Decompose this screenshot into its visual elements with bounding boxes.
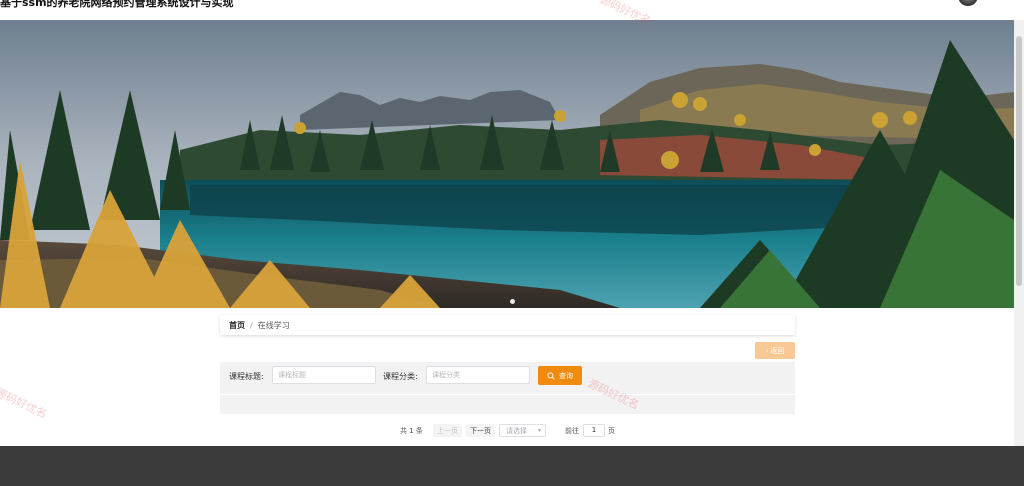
user-avatar[interactable] [958,0,978,6]
carousel-indicator[interactable] [510,299,515,304]
breadcrumb-current: 在线学习 [257,320,290,330]
next-page-button[interactable]: 下一页 [466,424,495,437]
query-button[interactable]: 查询 [538,366,582,385]
course-category-input[interactable] [426,366,530,384]
site-title: 基于ssm的养老院网络预约管理系统设计与实现 [0,0,234,9]
page-footer [0,446,1024,486]
goto-label: 前往 [565,426,579,435]
goto-page-input[interactable]: 1 [583,424,605,437]
panel-divider [220,394,795,395]
search-row: 课程标题: 课程分类: 查询 [220,362,795,394]
course-title-label: 课程标题: [229,372,264,381]
scrollbar-thumb[interactable] [1016,36,1022,286]
back-button[interactable]: ‹ 返回 [755,342,795,359]
banner-carousel[interactable] [0,20,1014,308]
pagination: 共 1 条 上一页 下一页 请选择 ▾ 前往 1 页 [0,424,1014,438]
page-scrollbar[interactable] [1014,20,1024,446]
breadcrumb-home[interactable]: 首页 [229,320,245,331]
breadcrumb: 首页 / 在线学习 [220,315,795,335]
search-panel: 课程标题: 课程分类: 查询 [220,362,795,414]
banner-image [0,20,1014,308]
breadcrumb-separator: / [250,320,253,330]
prev-page-button[interactable]: 上一页 [433,424,462,437]
chevron-left-icon: ‹ [765,346,769,355]
watermark-left: 源码好优名 [0,385,49,421]
course-title-input[interactable] [272,366,376,384]
query-button-label: 查询 [559,371,573,380]
chevron-down-icon: ▾ [537,427,541,434]
top-header: 基于ssm的养老院网络预约管理系统设计与实现 [0,0,1024,20]
page-unit-label: 页 [608,426,615,435]
back-button-label: 返回 [770,346,785,355]
page-size-select[interactable]: 请选择 ▾ [499,424,546,437]
pagination-total: 共 1 条 [400,426,423,435]
search-icon [547,371,555,380]
course-category-label: 课程分类: [383,372,418,381]
page-size-placeholder: 请选择 [506,426,527,435]
